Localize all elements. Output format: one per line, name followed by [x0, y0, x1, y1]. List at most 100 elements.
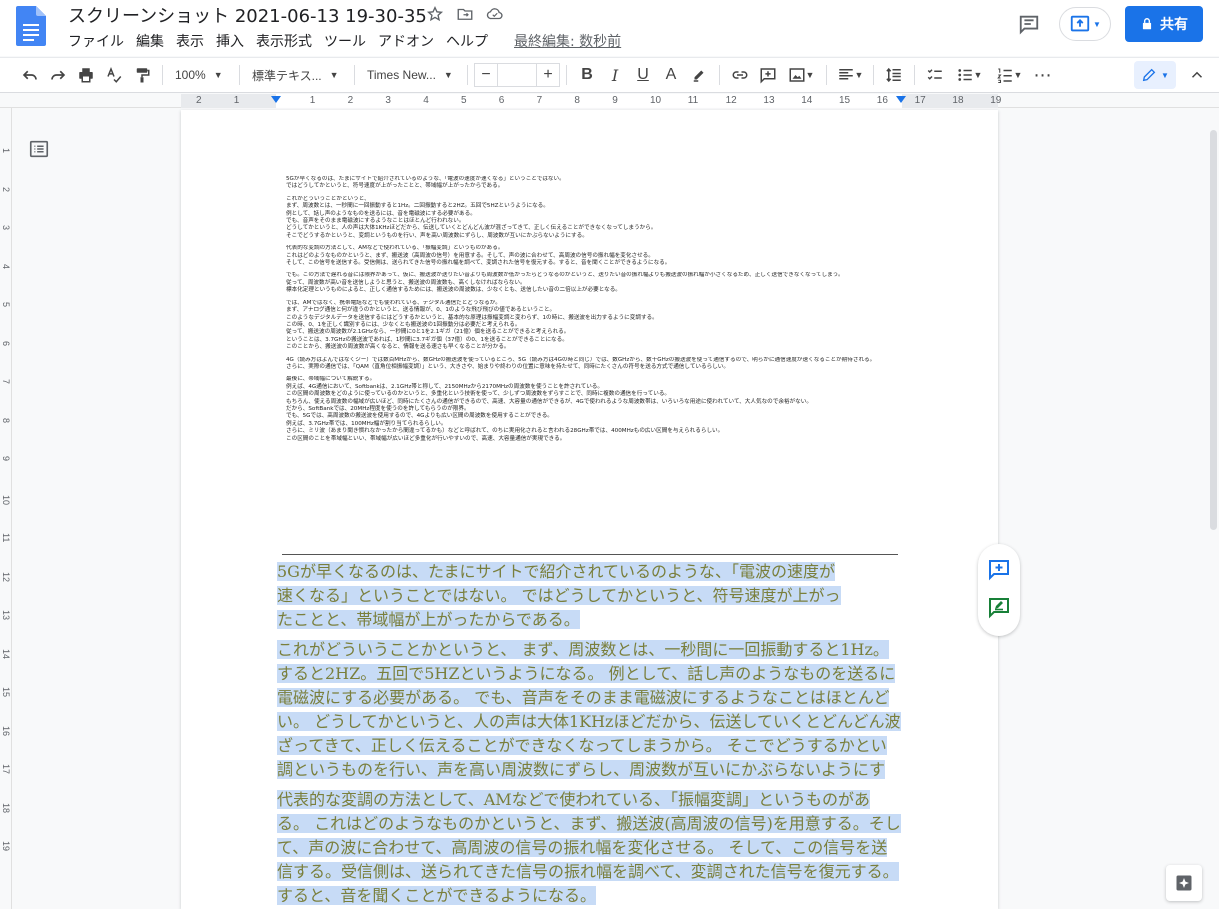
numbered-list-icon[interactable]: ▼ [989, 61, 1029, 89]
suggest-edit-icon[interactable] [987, 595, 1011, 624]
selected-text: い。 どうしてかというと、人の声は大体1KHzほどだから、伝送していくとどんどん… [277, 712, 901, 734]
vertical-ruler[interactable]: 1 2 3 4 5 6 7 8 9 10 11 12 13 14 15 16 17 18 19 [0, 108, 12, 909]
document-body[interactable]: 5Gが早くなるのは、たまにサイトで紹介されているのような、「電波の速度が 速くなる… [277, 560, 901, 909]
text-line: たことと、帯域幅が上がったからである。 [277, 608, 901, 632]
add-comment-icon[interactable] [987, 557, 1011, 586]
editing-mode-button[interactable]: ▼ [1134, 61, 1176, 89]
print-icon[interactable] [72, 61, 100, 89]
paint-format-icon[interactable] [128, 61, 156, 89]
document-title[interactable]: スクリーンショット 2021-06-13 19-30-35 [68, 2, 427, 28]
align-icon[interactable]: ▼ [833, 61, 867, 89]
document-outline-icon[interactable] [28, 138, 50, 160]
vertical-scrollbar[interactable] [1207, 108, 1219, 909]
menu-addons[interactable]: アドオン [372, 32, 440, 52]
toolbar-divider [873, 65, 874, 85]
body-paragraph[interactable]: 5Gが早くなるのは、たまにサイトで紹介されているのような、「電波の速度が 速くなる… [277, 560, 901, 632]
embedded-line: では、AMではなく、携帯電話などでも使われている、デジタル通信だとどうなるか。 [286, 299, 501, 306]
embedded-line: このことから、搬送波の周波数が高くなると、情報を送る速さも早くなることが分かる。 [286, 344, 510, 351]
explore-button[interactable] [1166, 865, 1202, 901]
embedded-line: 4G（読み方はよんではなくジー）では数百MHzから、数GHzの搬送波を使っている… [286, 356, 876, 363]
collapse-menus-icon[interactable] [1188, 66, 1206, 84]
horizontal-ruler[interactable]: 2 1 1 2 3 4 5 6 7 8 9 10 11 12 13 14 15 16 17 18 19 [0, 94, 1219, 108]
embedded-line: さらに、実際の通信では、「QAM（直角位相振幅変調）」という、大きさや、始まりや… [286, 363, 729, 370]
zoom-select[interactable]: 100% ▼ [169, 61, 233, 89]
checklist-icon[interactable] [921, 61, 949, 89]
scrollbar-thumb[interactable] [1210, 130, 1217, 530]
paragraph-style-select[interactable]: 標準テキス... ▼ [246, 61, 348, 89]
menu-insert[interactable]: 挿入 [210, 32, 250, 52]
ruler-number: 10 [650, 95, 662, 106]
bulleted-list-icon[interactable]: ▼ [949, 61, 989, 89]
left-indent-marker[interactable] [271, 96, 281, 103]
embedded-line: この区間のことを帯域幅といい、帯域幅が広いほど多重化が行いやすいので、高速、大容… [286, 435, 566, 442]
docs-logo-icon[interactable] [16, 6, 46, 46]
redo-icon[interactable] [44, 61, 72, 89]
insert-image-icon[interactable]: ▼ [782, 61, 820, 89]
star-icon[interactable] [425, 4, 445, 24]
menu-help[interactable]: ヘルプ [440, 32, 494, 52]
chevron-down-icon: ▼ [1013, 70, 1023, 80]
embedded-line: 従って、搬送波の周波数が2.1GHzなら、一秒間に0と1を2.1ギガ（21億）個… [286, 329, 570, 336]
ruler-number: 10 [1, 494, 11, 505]
ruler-number: 18 [1, 802, 11, 813]
toolbar-divider [566, 65, 567, 85]
menu-format[interactable]: 表示形式 [250, 32, 318, 52]
text-color-icon[interactable]: A [657, 61, 685, 89]
undo-icon[interactable] [16, 61, 44, 89]
ruler-number: 8 [1, 417, 11, 423]
move-folder-icon[interactable] [455, 4, 475, 24]
more-options-icon[interactable]: ⋯ [1029, 61, 1057, 89]
text-line: すると2HZ。五回で5HZというようになる。 例として、話し声のようなものを送る… [277, 662, 901, 686]
ruler-number: 5 [461, 95, 467, 106]
text-line: ざってきて、正しく伝えることができなくなってしまうから。 そこでどうするかという… [277, 734, 901, 758]
highlight-icon[interactable] [685, 61, 713, 89]
menu-file[interactable]: ファイル [62, 32, 130, 52]
pencil-icon [1142, 68, 1156, 82]
embedded-screenshot-image[interactable]: 5Gが早くなるのは、たまにサイトで紹介されているのような、「電波の速度が速くなる… [286, 176, 901, 448]
comment-history-button[interactable] [1013, 8, 1045, 40]
embedded-paragraph: では、AMではなく、携帯電話などでも使われている、デジタル通信だとどうなるか。ま… [286, 300, 901, 352]
share-button[interactable]: 共有 [1125, 6, 1203, 42]
present-button[interactable]: ▼ [1059, 7, 1111, 41]
font-size-input[interactable] [498, 63, 536, 87]
ruler-number: 2 [196, 95, 202, 106]
ruler-number: 16 [876, 95, 888, 106]
toolbar-divider [239, 65, 240, 85]
selected-text: これがどういうことかというと、 まず、周波数とは、一秒間に一回振動すると1Hz。… [277, 640, 889, 662]
bold-icon[interactable]: B [573, 61, 601, 89]
text-line: 代表的な変調の方法として、AMなどで使われている、「振幅変調」というものがあ [277, 788, 901, 812]
selected-text: 信する。受信側は、送られてきた信号の振れ幅を調べて、変調された信号を復元する。 [277, 862, 899, 881]
line-spacing-icon[interactable] [880, 61, 908, 89]
chevron-down-icon: ▼ [1161, 70, 1169, 80]
link-icon[interactable] [726, 61, 754, 89]
selected-text: て、声の波に合わせて、高周波の信号の振れ幅を変化させる。 そして、この信号を送 [277, 838, 888, 857]
formatting-toolbar: 100% ▼ 標準テキス... ▼ Times New... ▼ − + B I U … [0, 57, 1219, 93]
text-line: る。 これはどのようなものかというと、まず、搬送波(高周波の信号)を用意する。そ… [277, 812, 901, 836]
body-paragraph[interactable]: これがどういうことかというと、 まず、周波数とは、一秒間に一回振動すると1Hz。… [277, 638, 901, 782]
ruler-number: 1 [233, 95, 240, 106]
embedded-line: ではどうしてかというと、符号速度が上がったことと、帯域幅が上がったからである。 [286, 183, 504, 190]
underline-icon[interactable]: U [629, 61, 657, 89]
embedded-line: まず、アナログ通信と何が違うのかというと、送る情報が、0、1のような飛び飛びの値… [286, 307, 556, 314]
ruler-number: 7 [1, 379, 11, 385]
menu-tools[interactable]: ツール [318, 32, 372, 52]
add-comment-icon[interactable] [754, 61, 782, 89]
cloud-status-icon[interactable] [485, 4, 505, 24]
menu-edit[interactable]: 編集 [130, 32, 170, 52]
last-edit-link[interactable]: 最終編集: 数秒前 [508, 32, 627, 52]
body-paragraph[interactable]: 代表的な変調の方法として、AMなどで使われている、「振幅変調」というものがあ る。… [277, 788, 901, 908]
font-family-select[interactable]: Times New... ▼ [361, 61, 461, 89]
italic-icon[interactable]: I [601, 61, 629, 89]
ruler-number: 11 [687, 95, 699, 106]
selected-text: 速くなる」ということではない。 ではどうしてかというと、符号速度が上がっ [277, 586, 841, 605]
spellcheck-icon[interactable] [100, 61, 128, 89]
embedded-paragraph: 4G（読み方はよんではなくジー）では数百MHzから、数GHzの搬送波を使っている… [286, 357, 901, 372]
right-indent-marker[interactable] [896, 96, 906, 103]
decrease-font-size-button[interactable]: − [474, 63, 498, 87]
text-line: 信する。受信側は、送られてきた信号の振れ幅を調べて、変調された信号を復元する。 [277, 860, 901, 884]
increase-font-size-button[interactable]: + [536, 63, 560, 87]
menu-view[interactable]: 表示 [170, 32, 210, 52]
selected-text: 5Gが早くなるのは、たまにサイトで紹介されているのような、「電波の速度が [277, 562, 836, 581]
embedded-paragraph: 代表的な変調の方法として、AMなどで使われている、「振幅変調」というものがある。… [286, 245, 901, 267]
ruler-number: 8 [574, 95, 580, 106]
